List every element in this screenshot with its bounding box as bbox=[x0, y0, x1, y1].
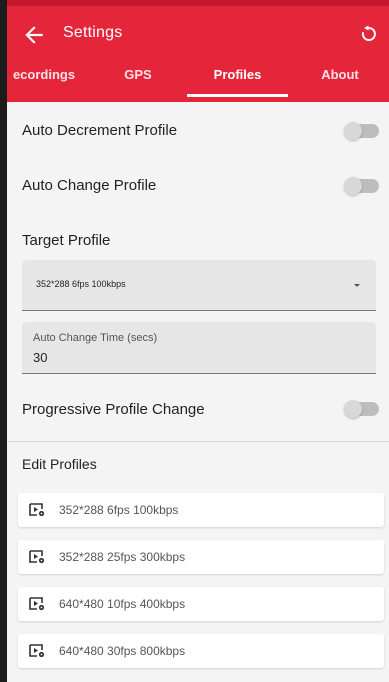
dropdown-arrow-icon bbox=[354, 284, 360, 287]
toggle-thumb bbox=[344, 122, 362, 140]
profile-item[interactable]: 352*288 25fps 300kbps bbox=[18, 540, 384, 574]
window-edge bbox=[0, 0, 7, 682]
app-bar: Settings ecordings GPS Profiles About bbox=[7, 0, 389, 102]
target-profile-heading: Target Profile bbox=[22, 232, 111, 249]
reset-button[interactable] bbox=[357, 22, 381, 46]
arrow-left-icon bbox=[25, 26, 43, 44]
profile-item[interactable]: 352*288 6fps 100kbps bbox=[18, 493, 384, 527]
auto-decrement-label: Auto Decrement Profile bbox=[22, 122, 178, 139]
auto-change-time-value[interactable]: 30 bbox=[33, 350, 47, 365]
video-settings-icon bbox=[29, 644, 45, 658]
tab-gps[interactable]: GPS bbox=[103, 60, 173, 102]
settings-content: Auto Decrement Profile Auto Change Profi… bbox=[7, 102, 389, 682]
video-settings-icon bbox=[29, 550, 45, 564]
status-strip bbox=[7, 0, 389, 6]
profile-label: 352*288 25fps 300kbps bbox=[59, 550, 186, 564]
progressive-change-toggle[interactable] bbox=[344, 400, 379, 418]
edit-profiles-heading: Edit Profiles bbox=[22, 456, 97, 472]
back-button[interactable] bbox=[21, 22, 47, 48]
target-profile-select[interactable]: 352*288 6fps 100kbps bbox=[22, 260, 376, 311]
profile-label: 640*480 30fps 800kbps bbox=[59, 644, 186, 658]
active-tab-indicator bbox=[187, 94, 288, 97]
section-divider bbox=[7, 441, 389, 442]
auto-change-time-field[interactable]: Auto Change Time (secs) 30 bbox=[22, 322, 376, 374]
tab-about[interactable]: About bbox=[299, 60, 381, 102]
profile-item[interactable]: 640*480 10fps 400kbps bbox=[18, 587, 384, 621]
auto-change-label: Auto Change Profile bbox=[22, 177, 157, 194]
page-title: Settings bbox=[63, 24, 123, 41]
auto-decrement-toggle[interactable] bbox=[344, 122, 379, 140]
profile-label: 640*480 10fps 400kbps bbox=[59, 597, 186, 611]
refresh-icon bbox=[361, 25, 376, 42]
video-settings-icon bbox=[29, 597, 45, 611]
progressive-change-label: Progressive Profile Change bbox=[22, 401, 205, 418]
tab-bar: ecordings GPS Profiles About bbox=[7, 60, 389, 102]
target-profile-value: 352*288 6fps 100kbps bbox=[36, 279, 126, 289]
auto-change-time-label: Auto Change Time (secs) bbox=[33, 332, 158, 344]
tab-recordings[interactable]: ecordings bbox=[1, 60, 87, 102]
profile-item[interactable]: 640*480 30fps 800kbps bbox=[18, 634, 384, 668]
toggle-thumb bbox=[344, 177, 362, 195]
toggle-thumb bbox=[344, 400, 362, 418]
profile-label: 352*288 6fps 100kbps bbox=[59, 503, 179, 517]
auto-change-toggle[interactable] bbox=[344, 177, 379, 195]
video-settings-icon bbox=[29, 503, 45, 517]
